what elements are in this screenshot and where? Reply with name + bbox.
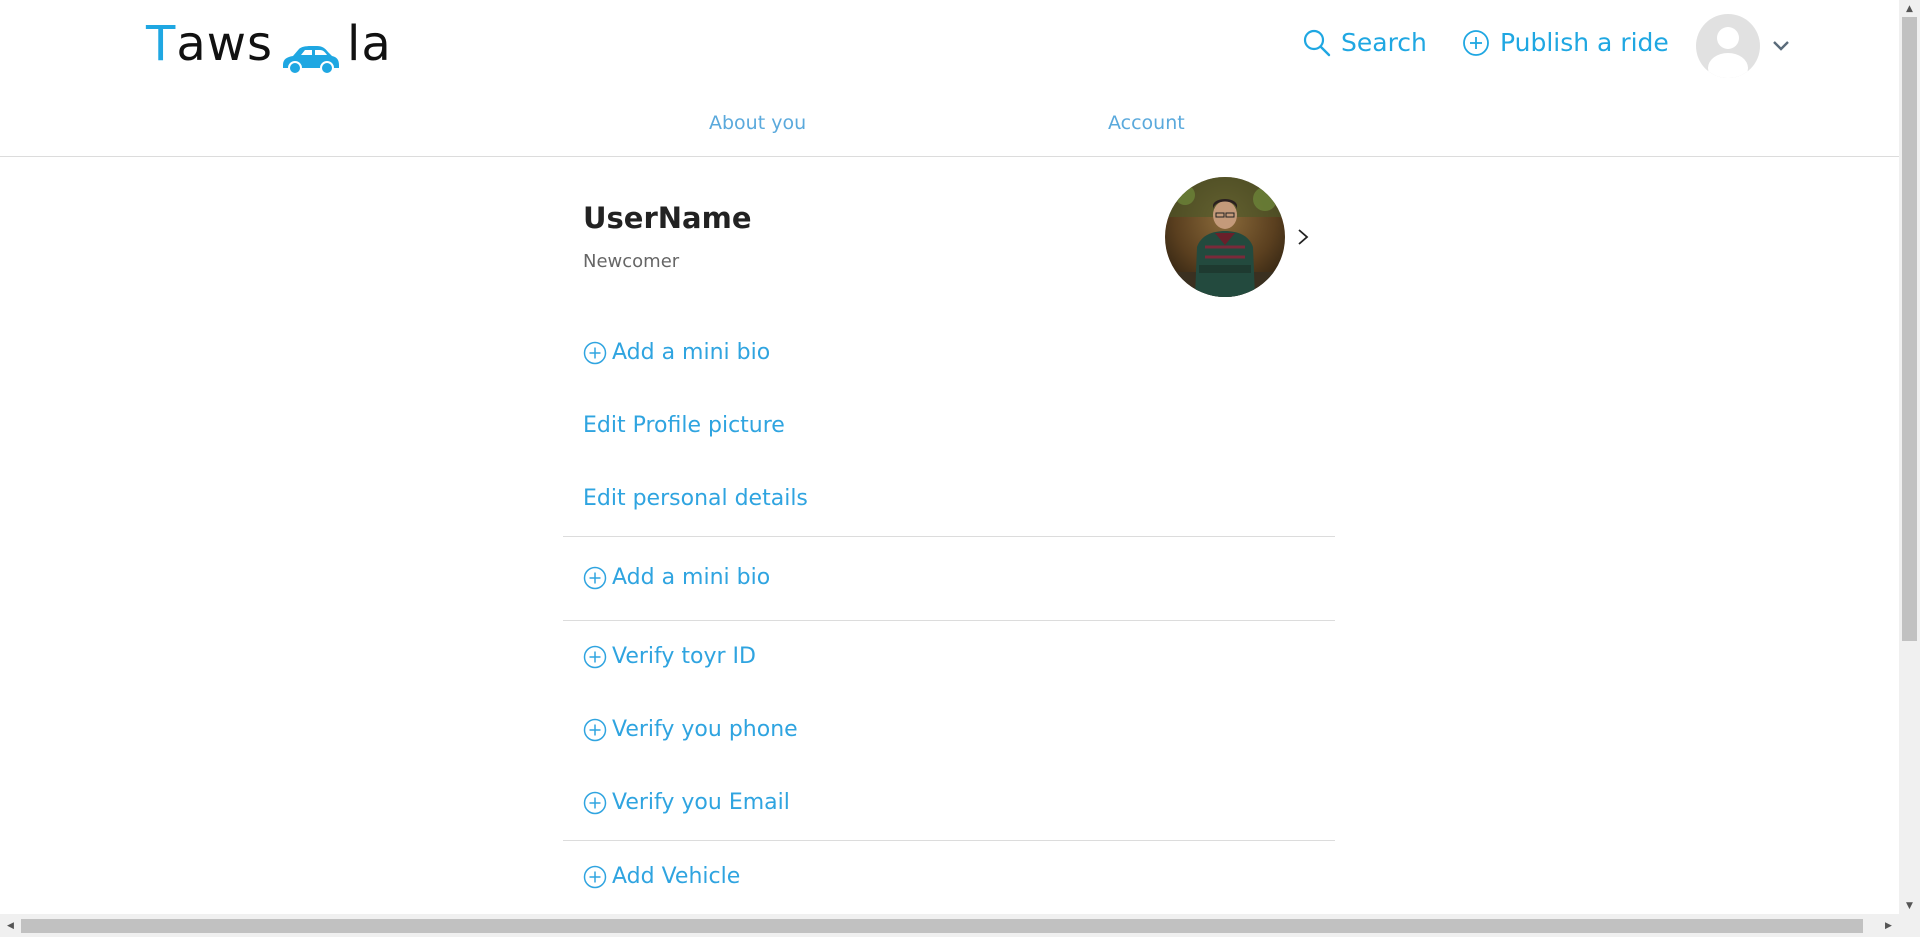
chevron-down-icon	[1773, 41, 1789, 51]
plus-circle-icon	[583, 718, 607, 741]
divider	[563, 536, 1335, 537]
add-vehicle-label: Add Vehicle	[612, 864, 741, 889]
edit-personal-details-link[interactable]: Edit personal details	[583, 486, 808, 511]
verify-phone-link[interactable]: Verify you phone	[583, 717, 798, 742]
horizontal-scrollbar-thumb[interactable]	[21, 919, 1863, 933]
verify-id-link[interactable]: Verify toyr ID	[583, 644, 756, 669]
profile-tabs: About you Account	[0, 100, 1899, 157]
scroll-right-arrow-icon[interactable]: ▶	[1878, 914, 1899, 937]
plus-circle-icon	[1463, 29, 1489, 56]
verify-phone-label: Verify you phone	[612, 717, 798, 742]
publish-ride-label: Publish a ride	[1500, 28, 1669, 57]
scrollbar-corner	[1899, 914, 1920, 937]
edit-profile-picture-label: Edit Profile picture	[583, 413, 785, 438]
add-mini-bio-link[interactable]: Add a mini bio	[583, 340, 770, 365]
user-menu[interactable]	[1696, 14, 1790, 78]
search-label: Search	[1341, 28, 1427, 57]
add-vehicle-link[interactable]: Add Vehicle	[583, 864, 740, 889]
verify-id-label: Verify toyr ID	[612, 644, 756, 669]
profile-photo-link[interactable]	[1165, 177, 1309, 297]
vertical-scrollbar-thumb[interactable]	[1902, 17, 1917, 641]
chevron-right-icon	[1298, 229, 1309, 245]
page: T aws la Search Publish a ride About you…	[0, 0, 1899, 914]
tab-about-you[interactable]: About you	[709, 112, 806, 134]
plus-circle-icon	[583, 865, 607, 888]
add-mini-bio-link-2[interactable]: Add a mini bio	[583, 565, 770, 590]
horizontal-scrollbar[interactable]: ◀ ▶	[0, 914, 1899, 937]
scroll-down-arrow-icon[interactable]: ▼	[1899, 897, 1920, 914]
car-icon	[279, 31, 341, 75]
verify-email-link[interactable]: Verify you Email	[583, 790, 790, 815]
plus-circle-icon	[583, 645, 607, 668]
plus-circle-icon	[583, 566, 607, 589]
publish-ride-link[interactable]: Publish a ride	[1462, 28, 1669, 57]
logo[interactable]: T aws la	[146, 14, 392, 75]
edit-personal-details-label: Edit personal details	[583, 486, 808, 511]
logo-letter-t: T	[146, 16, 177, 72]
profile-username: UserName	[583, 201, 752, 235]
plus-circle-icon	[583, 791, 607, 814]
logo-text-mid: aws	[176, 16, 274, 72]
add-mini-bio-label: Add a mini bio	[612, 340, 771, 365]
edit-profile-picture-link[interactable]: Edit Profile picture	[583, 413, 785, 438]
plus-circle-icon	[583, 341, 607, 364]
scroll-up-arrow-icon[interactable]: ▲	[1899, 0, 1920, 17]
divider	[563, 620, 1335, 621]
add-mini-bio-label-2: Add a mini bio	[612, 565, 771, 590]
divider	[563, 840, 1335, 841]
logo-text-suffix: la	[347, 16, 392, 72]
tab-account[interactable]: Account	[1108, 112, 1185, 134]
profile-photo	[1165, 177, 1285, 297]
scroll-left-arrow-icon[interactable]: ◀	[0, 914, 21, 937]
experience-level: Newcomer	[583, 251, 680, 272]
search-link[interactable]: Search	[1303, 28, 1427, 57]
user-avatar-icon	[1696, 14, 1760, 78]
vertical-scrollbar[interactable]: ▲ ▼	[1899, 0, 1920, 914]
verify-email-label: Verify you Email	[612, 790, 790, 815]
search-icon	[1303, 29, 1331, 56]
